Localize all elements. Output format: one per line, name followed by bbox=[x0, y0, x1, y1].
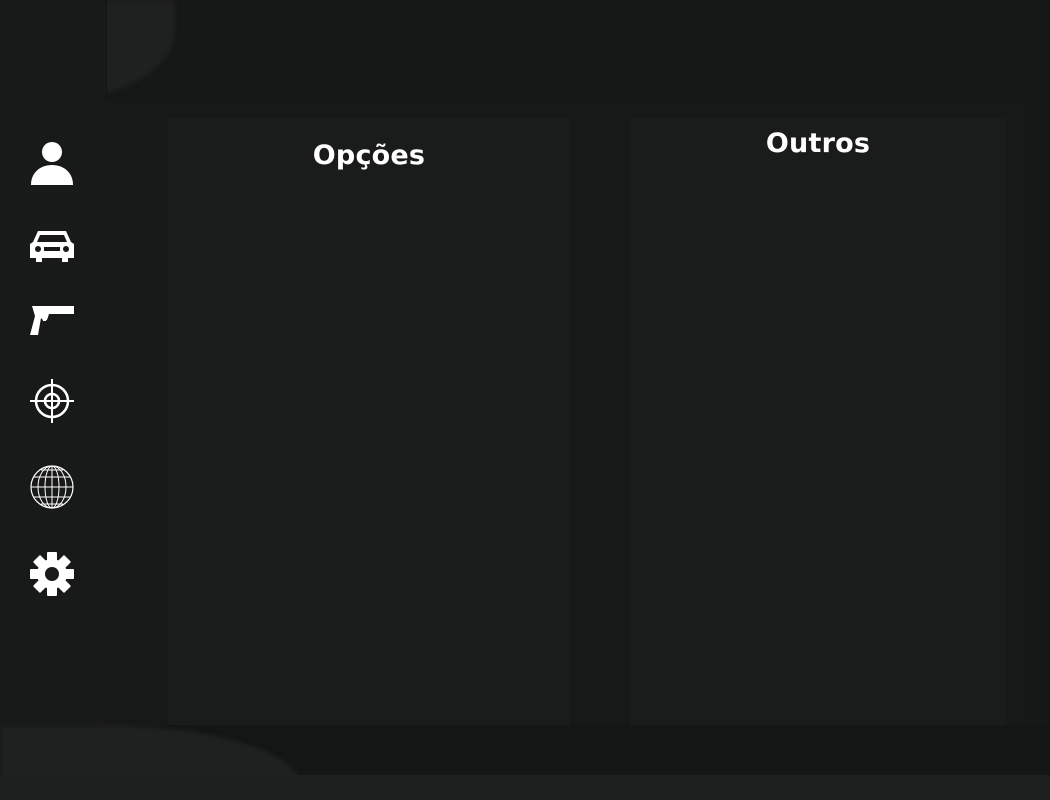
crosshair-icon bbox=[29, 378, 75, 424]
sidebar bbox=[0, 0, 107, 800]
others-panel-title: Outros bbox=[765, 128, 871, 159]
bottom-stripe bbox=[0, 775, 1050, 800]
main-content: Opções Outros bbox=[106, 100, 1024, 725]
options-panel: Opções bbox=[168, 118, 570, 725]
app-window: Opções Outros bbox=[0, 0, 1050, 800]
bottom-bar bbox=[0, 725, 1050, 800]
sidebar-item-profile[interactable] bbox=[26, 136, 78, 188]
others-panel: Outros bbox=[630, 118, 1006, 725]
sidebar-item-world[interactable] bbox=[26, 461, 78, 513]
top-bar bbox=[0, 0, 1050, 100]
sidebar-item-weapons[interactable] bbox=[26, 294, 78, 346]
car-icon bbox=[29, 227, 75, 263]
sidebar-item-target[interactable] bbox=[26, 375, 78, 427]
pistol-icon bbox=[29, 304, 75, 336]
gear-icon bbox=[29, 551, 75, 597]
user-icon bbox=[29, 139, 75, 185]
sidebar-item-settings[interactable] bbox=[26, 548, 78, 600]
globe-icon bbox=[29, 464, 75, 510]
sidebar-item-vehicles[interactable] bbox=[26, 219, 78, 271]
options-panel-title: Opções bbox=[312, 140, 426, 171]
